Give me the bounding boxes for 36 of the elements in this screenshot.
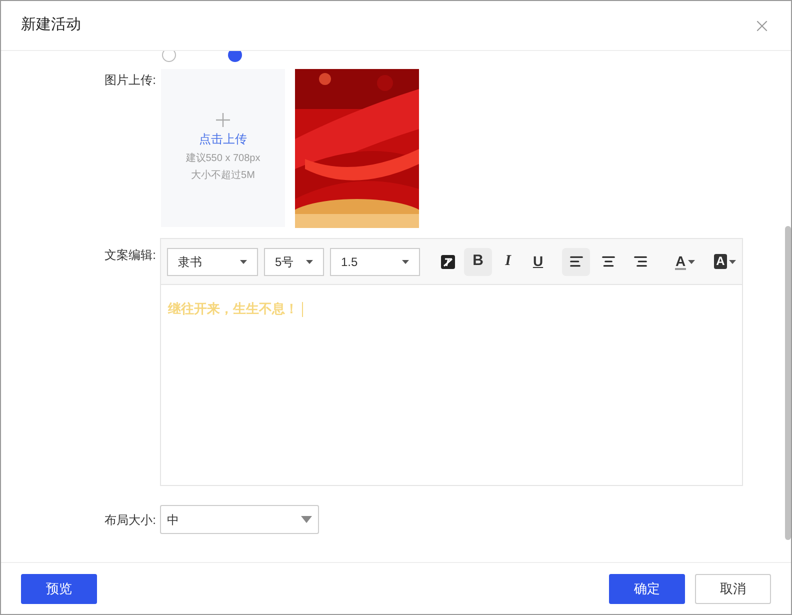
align-left-button[interactable]	[562, 248, 590, 276]
dropdown-select[interactable]: 1.5	[330, 248, 420, 276]
underline-button[interactable]: U	[524, 248, 552, 276]
caret-icon	[688, 260, 695, 264]
caret-icon	[301, 516, 312, 523]
clear-format-icon	[441, 254, 455, 268]
preview-button[interactable]: 预览	[21, 574, 97, 604]
dropdown-select[interactable]: 5号	[264, 248, 324, 276]
italic-button[interactable]: I	[494, 248, 522, 276]
dropdown-select[interactable]: 隶书	[167, 248, 258, 276]
align-center-icon	[600, 254, 616, 269]
upload-hint: 大小不超过5M	[191, 168, 255, 183]
radio-button[interactable]	[228, 51, 242, 62]
field-label: 布局大小:	[104, 512, 156, 528]
plus-icon	[216, 113, 230, 127]
scrollbar-thumb[interactable]	[785, 226, 791, 540]
caret-icon	[402, 260, 409, 264]
field-label: 文案编辑:	[104, 247, 156, 264]
caret-icon	[306, 260, 313, 264]
upload-hint: 建议550 x 708px	[186, 152, 260, 166]
dialog-title: 新建活动	[21, 15, 81, 36]
confirm-button[interactable]: 确定	[609, 574, 685, 604]
caret-icon	[728, 260, 736, 264]
align-left-icon	[568, 254, 584, 269]
layout-size-select[interactable]: 中	[160, 505, 319, 534]
align-right-icon	[632, 254, 648, 269]
editor-text: 继往开来，生生不息！	[168, 302, 303, 317]
radio-button[interactable]	[162, 51, 176, 62]
highlight-button[interactable]: A	[708, 248, 742, 276]
font-color-button[interactable]: A	[668, 248, 702, 276]
upload-area[interactable]: 点击上传 建议550 x 708px 大小不超过5M	[161, 69, 285, 227]
bold-button[interactable]: B	[464, 248, 492, 276]
field-label: 图片上传:	[104, 72, 156, 89]
cancel-button[interactable]: 取消	[695, 574, 771, 604]
upload-link[interactable]: 点击上传	[199, 130, 247, 148]
caret-icon	[240, 260, 247, 264]
